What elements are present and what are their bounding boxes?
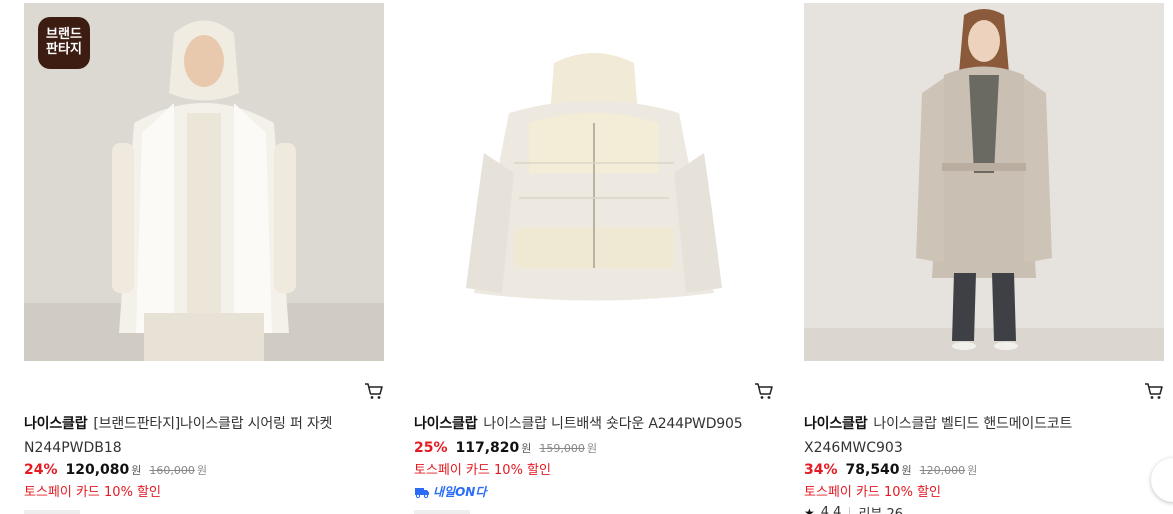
add-to-cart-button[interactable] (1144, 382, 1164, 400)
sale-price: 120,080 (65, 462, 130, 478)
divider (849, 507, 851, 514)
badge-line-1: 브랜드 (46, 27, 82, 42)
sale-price: 78,540 (845, 462, 900, 478)
discount-rate: 34% (804, 462, 838, 478)
discount-rate: 24% (24, 462, 58, 478)
payment-promo: 토스페이 카드 10% 할인 (414, 463, 551, 478)
original-price: 120,000 (919, 464, 966, 477)
currency-label: 원 (901, 464, 912, 477)
rating-row[interactable]: ★ 4.4 리뷰 26 (804, 503, 903, 514)
product-card[interactable]: 브랜드 판타지 나이스클랍 [브랜드판타지]나이스클랍 시어링 퍼 자켓 N244… (24, 0, 394, 514)
brand-name[interactable]: 나이스클랍 (804, 416, 868, 432)
delivery-badge-label: 내일ON다 (433, 485, 487, 499)
product-name[interactable]: 나이스클랍 니트배색 숏다운 A244PWD905 (483, 416, 742, 432)
price-row: 24% 120,080 원 160,000 원 (24, 462, 207, 478)
product-title[interactable]: 나이스클랍 나이스클랍 벨티드 핸드메이드코트 (804, 415, 1173, 433)
brand-name[interactable]: 나이스클랍 (414, 416, 478, 432)
product-photo-knit-short-down (414, 3, 774, 361)
review-count[interactable]: 리뷰 26 (858, 503, 903, 514)
product-card[interactable]: 나이스클랍 나이스클랍 니트배색 숏다운 A244PWD905 25% 117,8… (414, 0, 784, 514)
badge-line-2: 판타지 (46, 42, 82, 57)
original-price: 159,000 (539, 442, 585, 455)
brand-fantasy-badge: 브랜드 판타지 (38, 17, 90, 69)
add-to-cart-button[interactable] (754, 382, 774, 400)
sale-price: 117,820 (455, 440, 520, 456)
tag-chip (24, 510, 80, 514)
cart-icon (365, 383, 383, 399)
currency-label: 원 (521, 442, 532, 455)
product-name[interactable]: 나이스클랍 벨티드 핸드메이드코트 (873, 416, 1072, 432)
product-code[interactable]: X246MWC903 (804, 439, 903, 457)
price-row: 34% 78,540 원 120,000 원 (804, 462, 977, 478)
product-title[interactable]: 나이스클랍 [브랜드판타지]나이스클랍 시어링 퍼 자켓 (24, 415, 394, 433)
cart-icon (1145, 383, 1163, 399)
currency-label: 원 (131, 464, 142, 477)
star-icon: ★ (804, 505, 815, 514)
brand-name[interactable]: 나이스클랍 (24, 416, 88, 432)
product-image[interactable]: 브랜드 판타지 (24, 3, 384, 361)
next-day-delivery-badge: 내일ON다 (414, 483, 486, 500)
product-code[interactable]: N244PWDB18 (24, 439, 122, 457)
original-currency-label: 원 (196, 464, 208, 477)
original-currency-label: 원 (586, 442, 598, 455)
lightning-truck-icon (415, 487, 429, 498)
product-name[interactable]: [브랜드판타지]나이스클랍 시어링 퍼 자켓 (93, 416, 332, 432)
payment-promo: 토스페이 카드 10% 할인 (24, 485, 161, 500)
product-photo-model-belted-coat (804, 3, 1164, 361)
product-card[interactable]: 나이스클랍 나이스클랍 벨티드 핸드메이드코트 X246MWC903 34% 78… (804, 0, 1173, 514)
cart-icon (755, 383, 773, 399)
rating-value: 4.4 (820, 505, 842, 514)
product-title[interactable]: 나이스클랍 나이스클랍 니트배색 숏다운 A244PWD905 (414, 415, 784, 433)
original-currency-label: 원 (967, 464, 978, 477)
tag-chip (414, 510, 470, 514)
discount-rate: 25% (414, 440, 448, 456)
price-row: 25% 117,820 원 159,000 원 (414, 440, 597, 456)
add-to-cart-button[interactable] (364, 382, 384, 400)
original-price: 160,000 (149, 464, 195, 477)
product-image[interactable] (414, 3, 774, 361)
product-image[interactable] (804, 3, 1164, 361)
payment-promo: 토스페이 카드 10% 할인 (804, 485, 941, 500)
